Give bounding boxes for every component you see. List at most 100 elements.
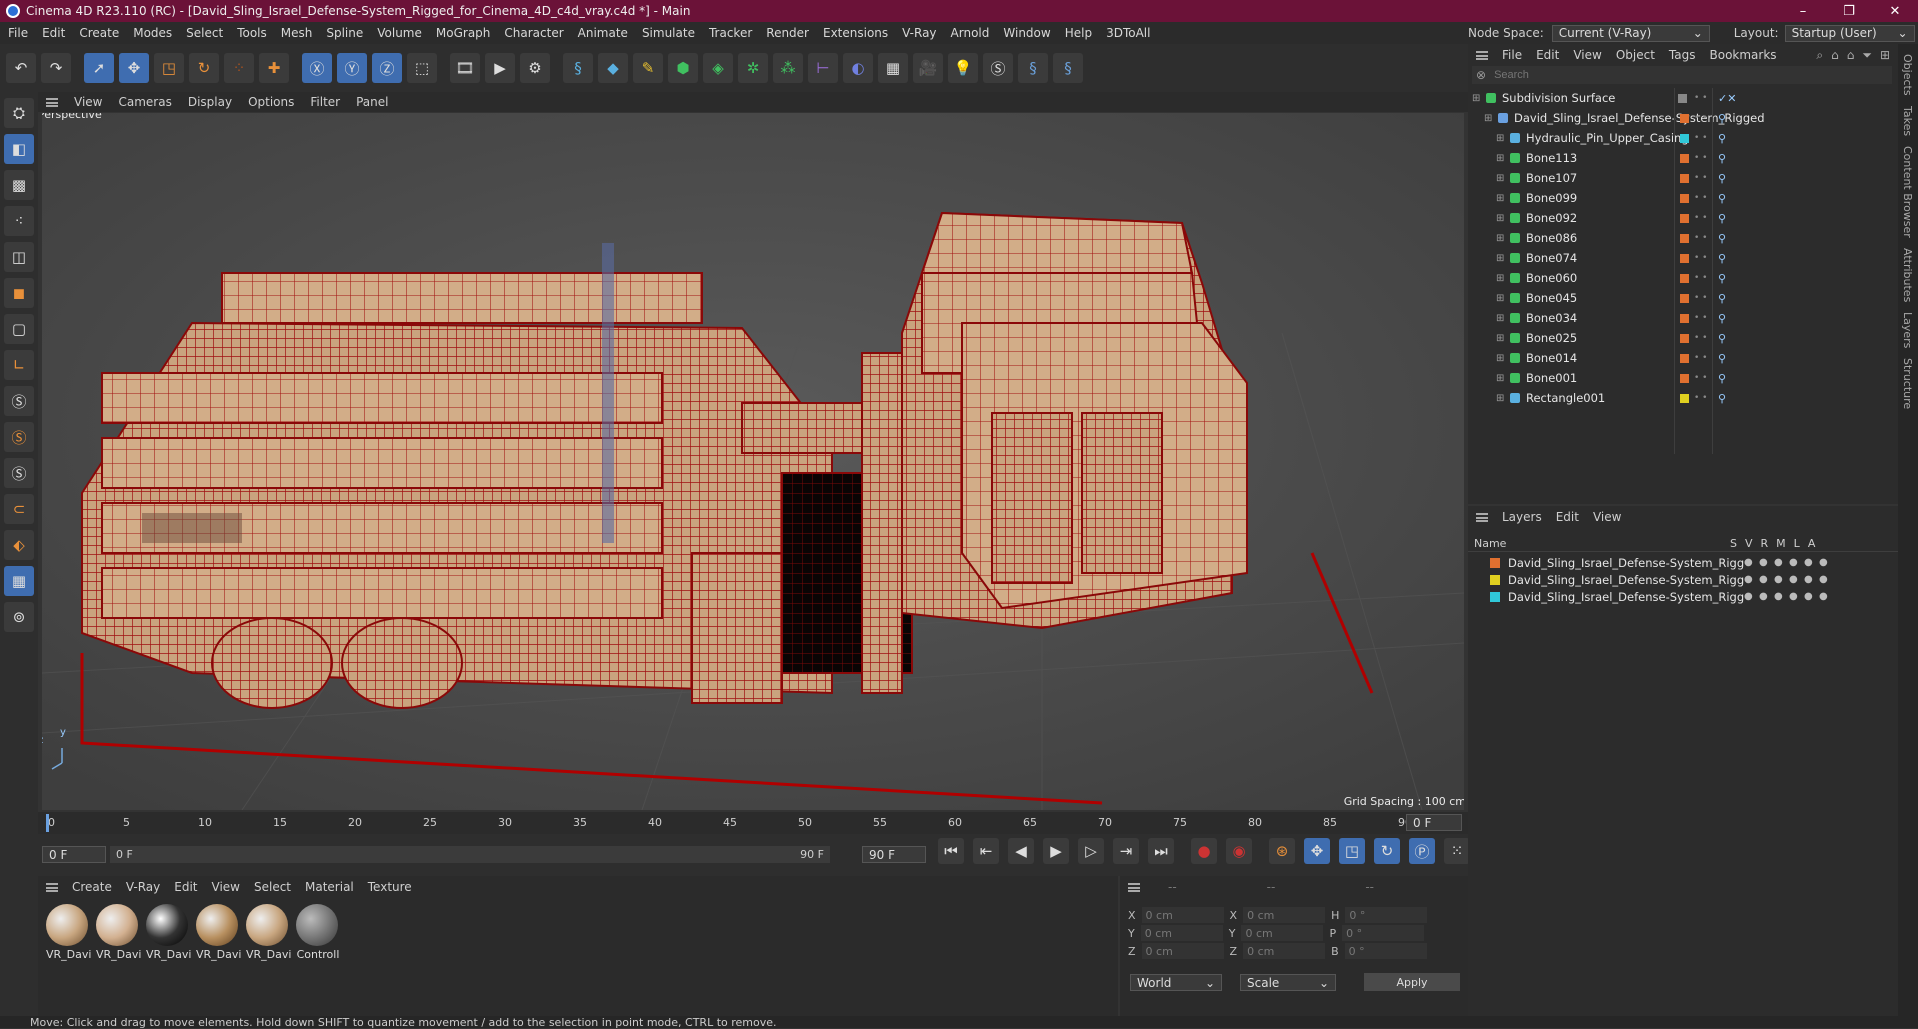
hamburger-icon[interactable]	[1476, 50, 1488, 60]
coord-system-select[interactable]: World ⌄	[1130, 974, 1222, 991]
coord-field[interactable]: 0 cm	[1141, 943, 1224, 959]
material-menu-view[interactable]: View	[212, 880, 240, 894]
coord-field[interactable]: 0 °	[1342, 925, 1425, 941]
next-frame-icon[interactable]: ▷	[1078, 838, 1104, 864]
undo-icon[interactable]: ↶	[6, 53, 36, 83]
frame-range-slider[interactable]: 0 F 90 F	[110, 846, 830, 863]
next-key-icon[interactable]: ⇥	[1113, 838, 1139, 864]
object-row[interactable]: ⊞ Bone113 • • ⚲	[1468, 148, 1878, 168]
apply-button[interactable]: Apply	[1364, 973, 1460, 991]
object-menu-view[interactable]: View	[1573, 48, 1601, 62]
menu-help[interactable]: Help	[1065, 26, 1092, 40]
edges-mode-icon[interactable]: ◫	[4, 242, 34, 272]
deformer-icon[interactable]: ⊢	[808, 53, 838, 83]
x-axis-icon[interactable]: Ⓧ	[302, 53, 332, 83]
object-menu-object[interactable]: Object	[1616, 48, 1655, 62]
hamburger-icon[interactable]	[46, 97, 58, 107]
menu-extensions[interactable]: Extensions	[823, 26, 888, 40]
spline-pen-icon[interactable]: ✎	[633, 53, 663, 83]
expand-icon[interactable]: ⊞	[1496, 313, 1508, 324]
expand-icon[interactable]: ⊞	[1496, 333, 1508, 344]
layer-menu-layers[interactable]: Layers	[1502, 510, 1542, 524]
viewport-menu-display[interactable]: Display	[188, 95, 232, 109]
visibility-dots-icon[interactable]: • •	[1694, 173, 1707, 182]
layer-row[interactable]: David_Sling_Israel_Defense-System_Rigged…	[1468, 571, 1878, 588]
material-swatch[interactable]: VR_Davi	[146, 904, 191, 961]
visibility-dots-icon[interactable]: • •	[1694, 133, 1707, 142]
menu-arnold[interactable]: Arnold	[951, 26, 990, 40]
object-row[interactable]: ⊞ Bone107 • • ⚲	[1468, 168, 1878, 188]
coord-mode-select[interactable]: Scale ⌄	[1240, 974, 1336, 991]
timeline-ruler[interactable]: 0 5 10 15 20 25 30 35 40 45 50 55 60 65 70 75 80 85 90 0 F	[38, 812, 1468, 834]
coordinate-system-icon[interactable]: ⬚	[407, 53, 437, 83]
hamburger-icon[interactable]	[46, 882, 58, 892]
manager-toggle-icon[interactable]: ●	[1789, 557, 1801, 568]
tag-icon[interactable]: ⚲	[1718, 252, 1726, 265]
material-swatch[interactable]: VR_Davi	[46, 904, 91, 961]
object-row[interactable]: ⊞ Bone074 • • ⚲	[1468, 248, 1878, 268]
layer-menu-edit[interactable]: Edit	[1556, 510, 1579, 524]
axis-mode-icon[interactable]: ∟	[4, 350, 34, 380]
coord-field[interactable]: 0 cm	[1241, 925, 1324, 941]
expand-icon[interactable]: ⊞	[1496, 253, 1508, 264]
python-script-icon[interactable]: §	[1018, 53, 1048, 83]
playhead[interactable]	[46, 814, 49, 832]
grid-icon[interactable]: ▦	[4, 566, 34, 596]
scale-tool-icon[interactable]: ◳	[154, 53, 184, 83]
render-region-icon[interactable]: 🎞	[450, 53, 480, 83]
visibility-dots-icon[interactable]: • •	[1694, 273, 1707, 282]
move-tool-icon[interactable]: ✥	[119, 53, 149, 83]
previous-key-icon[interactable]: ⇤	[973, 838, 999, 864]
field-icon[interactable]: ◐	[843, 53, 873, 83]
tag-icon[interactable]: ⚲	[1718, 232, 1726, 245]
visibility-dots-icon[interactable]: • •	[1694, 233, 1707, 242]
layer-color-swatch[interactable]	[1490, 574, 1500, 585]
redo-icon[interactable]: ↷	[41, 53, 71, 83]
previous-frame-icon[interactable]: ◀	[1008, 838, 1034, 864]
close-button[interactable]: ✕	[1872, 0, 1918, 22]
workplane-snap-icon[interactable]: Ⓢ	[4, 458, 34, 488]
minimize-button[interactable]: –	[1780, 0, 1826, 22]
visibility-dots-icon[interactable]: • •	[1694, 393, 1707, 402]
tag-icon[interactable]: ✓✕	[1718, 92, 1736, 105]
tag-icon[interactable]: ⚲	[1718, 292, 1726, 305]
material-menu-edit[interactable]: Edit	[174, 880, 197, 894]
start-frame-field[interactable]: 0 F	[42, 846, 106, 863]
hamburger-icon[interactable]	[1476, 512, 1488, 522]
manager-toggle-icon[interactable]: ●	[1789, 574, 1801, 585]
tag-icon[interactable]: ⚲	[1718, 152, 1726, 165]
menu-3dtoall[interactable]: 3DToAll	[1106, 26, 1150, 40]
render-toggle-icon[interactable]: ●	[1774, 591, 1786, 602]
menu-spline[interactable]: Spline	[326, 26, 363, 40]
magnet-icon[interactable]: ⊂	[4, 494, 34, 524]
end-frame-field[interactable]: 90 F	[862, 846, 926, 863]
animation-toggle-icon[interactable]: ●	[1819, 574, 1831, 585]
material-menu-select[interactable]: Select	[254, 880, 291, 894]
expand-icon[interactable]: ⊞	[1496, 393, 1508, 404]
expand-icon[interactable]: ⊞	[1496, 213, 1508, 224]
bookmark-icon[interactable]: ⌂	[1847, 48, 1855, 63]
side-tab-layers[interactable]: Layers	[1901, 312, 1914, 348]
go-to-start-icon[interactable]: ⏮	[938, 838, 964, 864]
snap-settings-icon[interactable]: Ⓢ	[4, 422, 34, 452]
layout-select[interactable]: Startup (User) ⌄	[1784, 24, 1915, 42]
layer-row[interactable]: David_Sling_Israel_Defense-System_Rigged…	[1468, 554, 1878, 571]
layer-color-swatch[interactable]	[1678, 93, 1687, 103]
menu-select[interactable]: Select	[186, 26, 223, 40]
layer-color-swatch[interactable]	[1680, 113, 1689, 123]
record-icon[interactable]: ●	[1191, 838, 1217, 864]
object-row[interactable]: ⊞ Subdivision Surface • • ✓✕	[1468, 88, 1878, 108]
expand-icon[interactable]: ⊞	[1496, 193, 1508, 204]
side-tab-content-browser[interactable]: Content Browser	[1901, 146, 1914, 238]
visibility-dots-icon[interactable]: • •	[1694, 373, 1707, 382]
visibility-dots-icon[interactable]: • •	[1694, 153, 1707, 162]
expand-icon[interactable]: ⊞	[1472, 93, 1484, 104]
menu-volume[interactable]: Volume	[377, 26, 422, 40]
visibility-dots-icon[interactable]: • •	[1694, 353, 1707, 362]
side-tab-attributes[interactable]: Attributes	[1901, 248, 1914, 302]
expand-icon[interactable]: ⊞	[1496, 153, 1508, 164]
tag-icon[interactable]: ⚲	[1718, 372, 1726, 385]
material-menu-v-ray[interactable]: V-Ray	[126, 880, 160, 894]
object-row[interactable]: ⊞ Bone025 • • ⚲	[1468, 328, 1878, 348]
layer-color-swatch[interactable]	[1680, 373, 1689, 383]
